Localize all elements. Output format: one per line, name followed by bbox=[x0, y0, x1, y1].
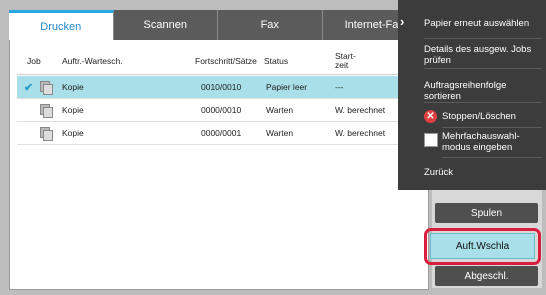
job-start: --- bbox=[335, 82, 344, 92]
job-start: W. berechnet bbox=[335, 128, 386, 138]
queue-button[interactable]: Auft.Wschla bbox=[430, 233, 535, 259]
menu-item-job-details[interactable]: Details des ausgew. Jobs prüfen bbox=[424, 44, 542, 69]
spool-button[interactable]: Spulen bbox=[435, 203, 538, 223]
header-start-line2: zeit bbox=[335, 60, 349, 70]
menu-item-sort-order[interactable]: Auftragsreihenfolge sortieren bbox=[424, 80, 542, 103]
job-status: Warten bbox=[266, 128, 294, 138]
job-progress: 0000/0010 bbox=[201, 105, 242, 115]
job-name: Kopie bbox=[62, 128, 84, 138]
header-progress: Fortschritt/Sätze bbox=[195, 55, 257, 66]
job-progress: 0010/0010 bbox=[201, 82, 242, 92]
copy-job-icon bbox=[40, 99, 53, 121]
menu-item-multi-select[interactable]: Mehrfachauswahl-modus eingeben bbox=[442, 131, 542, 158]
header-start-time: Start- zeit bbox=[335, 48, 356, 74]
job-name: Kopie bbox=[62, 82, 84, 92]
job-status: Warten bbox=[266, 105, 294, 115]
tab-drucken[interactable]: Drucken bbox=[9, 10, 114, 40]
table-row[interactable]: Kopie 0000/0001 Warten W. berechnet bbox=[17, 122, 417, 145]
check-icon: ✔ bbox=[24, 81, 34, 94]
job-progress: 0000/0001 bbox=[201, 128, 242, 138]
header-job: Job bbox=[27, 55, 41, 66]
stop-delete-icon: ✕ bbox=[424, 110, 437, 123]
job-status: Papier leer bbox=[266, 82, 308, 92]
tab-fax[interactable]: Fax bbox=[218, 10, 323, 40]
job-start: W. berechnet bbox=[335, 105, 386, 115]
completed-button[interactable]: Abgeschl. bbox=[435, 266, 538, 286]
table-header: Job Auftr.-Wartesch. Fortschritt/Sätze S… bbox=[17, 48, 417, 75]
copy-job-icon bbox=[40, 76, 53, 98]
menu-item-reselect-paper[interactable]: Papier erneut auswählen bbox=[424, 18, 542, 39]
checkbox-icon bbox=[424, 133, 438, 147]
table-row[interactable]: ✔ Kopie 0010/0010 Papier leer --- bbox=[17, 76, 417, 99]
menu-item-stop-delete[interactable]: Stoppen/Löschen bbox=[442, 111, 542, 128]
header-queue: Auftr.-Wartesch. bbox=[62, 55, 123, 66]
mode-tabs: Drucken Scannen Fax Internet-Fax bbox=[9, 10, 427, 40]
table-row[interactable]: Kopie 0000/0010 Warten W. berechnet bbox=[17, 99, 417, 122]
menu-item-back[interactable]: Zurück bbox=[424, 167, 542, 178]
tab-scannen[interactable]: Scannen bbox=[113, 10, 218, 40]
copy-job-icon bbox=[40, 122, 53, 144]
job-name: Kopie bbox=[62, 105, 84, 115]
chevron-right-icon: › bbox=[400, 14, 405, 29]
header-status: Status bbox=[264, 55, 289, 66]
